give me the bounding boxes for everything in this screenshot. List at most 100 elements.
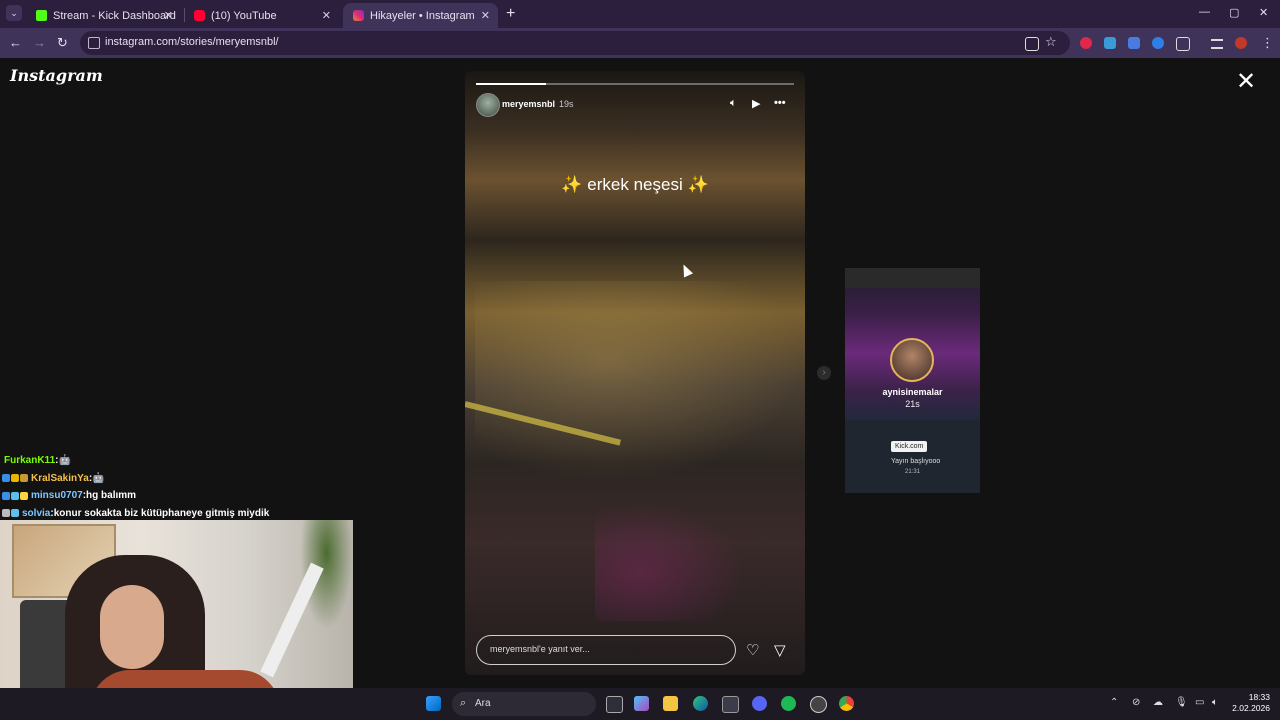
minimize-button[interactable]: — (1199, 6, 1210, 18)
badge-icon (2, 491, 10, 500)
story-caption: ✨ erkek neşesi ✨ (561, 175, 709, 194)
spotify-icon[interactable] (781, 696, 796, 711)
preview-screen-bottom (845, 420, 980, 493)
forward-icon[interactable]: → (33, 35, 46, 50)
badge-icon (20, 491, 28, 500)
extension-translate-icon[interactable] (1104, 37, 1116, 49)
tab-close-icon[interactable]: ✕ (164, 9, 173, 22)
story-reply-input[interactable]: meryemsnbl'e yanıt ver... (476, 635, 736, 665)
chat-text: 🤖 (58, 455, 71, 467)
stream-chat-overlay: FurkanK11 : 🤖 KralSakinYa : 🤖 minsu0707 … (2, 452, 269, 522)
back-icon[interactable]: ← (9, 35, 22, 50)
task-view-icon[interactable] (606, 696, 623, 713)
story-user-avatar[interactable] (476, 93, 500, 117)
next-story-avatar (890, 338, 934, 382)
tab-search-menu-button[interactable]: ⌄ (6, 5, 22, 21)
close-window-button[interactable]: ✕ (1259, 6, 1268, 19)
address-bar[interactable]: instagram.com/stories/meryemsnbl/ (80, 31, 1070, 55)
network-icon[interactable]: ▭ (1195, 697, 1204, 708)
preview-screen-top (845, 268, 980, 288)
chat-text: 🤖 (92, 472, 105, 484)
badge-icon (11, 474, 19, 483)
browser-toolbar: ← → ↻ instagram.com/stories/meryemsnbl/ … (0, 28, 1280, 58)
chat-username: solvia (22, 507, 51, 519)
preview-time-text: 21:31 (905, 469, 921, 475)
close-story-button[interactable]: ✕ (1236, 70, 1256, 94)
maximize-button[interactable]: ▢ (1229, 6, 1239, 19)
chrome-icon[interactable] (839, 696, 854, 711)
tab-title: Stream - Kick Dashboard (53, 9, 176, 22)
youtube-icon (194, 10, 205, 21)
kick-badge: Kick.com (891, 441, 928, 452)
url-text[interactable]: instagram.com/stories/meryemsnbl/ (105, 36, 279, 48)
obs-icon[interactable] (810, 696, 827, 713)
copilot-icon[interactable] (634, 696, 649, 711)
media-controls-icon[interactable] (1211, 39, 1223, 49)
tab-close-icon[interactable]: ✕ (322, 9, 331, 22)
tray-overflow-icon[interactable]: ⌃ (1110, 697, 1118, 708)
tab-kick-dashboard[interactable]: Stream - Kick Dashboard ✕ (26, 3, 181, 28)
badge-icon (2, 474, 10, 483)
badge-icon (11, 491, 19, 500)
chat-message: FurkanK11 : 🤖 (2, 452, 269, 470)
streamer-face (100, 585, 164, 669)
search-placeholder: Ara (475, 698, 491, 709)
next-story-timestamp: 21s (905, 399, 920, 409)
install-app-icon[interactable] (1025, 37, 1039, 51)
story-viewer[interactable]: meryemsnbl 19s 🔈︎ ▶ ••• ✨ erkek neşesi ✨… (465, 71, 805, 675)
new-tab-button[interactable]: + (506, 5, 515, 23)
volume-icon[interactable]: 🔈︎ (730, 97, 737, 110)
start-windows-icon[interactable] (426, 696, 441, 711)
more-menu-icon[interactable]: ⋮ (1261, 35, 1274, 51)
tab-strip: ⌄ Stream - Kick Dashboard ✕ (10) YouTube… (0, 0, 1280, 28)
instagram-logo[interactable]: Instagram (10, 66, 103, 85)
more-options-icon[interactable]: ••• (774, 97, 786, 109)
tab-youtube[interactable]: (10) YouTube ✕ (184, 3, 339, 28)
story-username[interactable]: meryemsnbl (502, 99, 555, 109)
preview-text: Yayın başlıyooo (891, 458, 941, 465)
tray-app-icon[interactable]: ⊘ (1132, 697, 1140, 708)
site-info-icon[interactable] (88, 37, 100, 49)
taskbar-search-box[interactable]: ⌕ Ara (452, 692, 596, 716)
extension-audio-icon[interactable] (1128, 37, 1140, 49)
play-icon[interactable]: ▶ (752, 97, 760, 110)
chat-text: konur sokakta biz kütüphaneye gitmiş miy… (53, 507, 270, 519)
next-story-arrow-icon[interactable]: › (817, 366, 831, 380)
story-image-light (595, 501, 745, 621)
badge-icon (11, 509, 19, 518)
tab-close-icon[interactable]: ✕ (481, 9, 490, 22)
badge-icon (20, 474, 28, 483)
clock-time: 18:33 (1248, 692, 1270, 702)
reload-icon[interactable]: ↻ (57, 35, 68, 51)
discord-icon[interactable] (752, 696, 767, 711)
onedrive-icon[interactable]: ☁ (1153, 697, 1163, 708)
chat-text: hg balımm (86, 490, 137, 502)
system-clock[interactable]: 18:33 2.02.2026 (1230, 692, 1270, 714)
file-explorer-icon[interactable] (663, 696, 678, 711)
edge-icon[interactable] (693, 696, 708, 711)
extension-blue-icon[interactable] (1152, 37, 1164, 49)
profile-avatar[interactable] (1235, 37, 1247, 49)
kick-icon (36, 10, 47, 21)
like-heart-icon[interactable]: ♡ (746, 641, 759, 659)
extensions-puzzle-icon[interactable] (1176, 37, 1190, 51)
tab-instagram[interactable]: Hikayeler • Instagram ✕ (343, 3, 498, 28)
next-story-preview[interactable]: aynisinemalar 21s Kick.com Yayın başlıyo… (845, 268, 980, 493)
store-icon[interactable] (722, 696, 739, 713)
share-send-icon[interactable]: ▽ (774, 641, 786, 659)
story-progress-bar (476, 83, 794, 85)
microphone-icon[interactable]: 🎙︎ (1175, 697, 1188, 708)
chat-username: FurkanK11 (4, 455, 56, 467)
speaker-icon[interactable]: 🔈︎ (1212, 697, 1218, 708)
extension-red-icon[interactable] (1080, 37, 1092, 49)
story-timestamp: 19s (559, 99, 574, 109)
bookmark-star-icon[interactable]: ☆ (1045, 34, 1057, 50)
clock-date: 2.02.2026 (1232, 703, 1270, 713)
chat-message: minsu0707 : hg balımm (2, 487, 269, 505)
story-progress-fill (476, 83, 546, 85)
windows-taskbar: ⌕ Ara ⌃ ⊘ ☁ 🎙︎ ▭ 🔈︎ 18:33 2.02.2026 (0, 688, 1280, 720)
chat-username: minsu0707 (31, 490, 83, 502)
reply-placeholder: meryemsnbl'e yanıt ver... (490, 644, 590, 654)
chat-username: KralSakinYa (31, 472, 89, 484)
tab-title: Hikayeler • Instagram (370, 9, 475, 22)
